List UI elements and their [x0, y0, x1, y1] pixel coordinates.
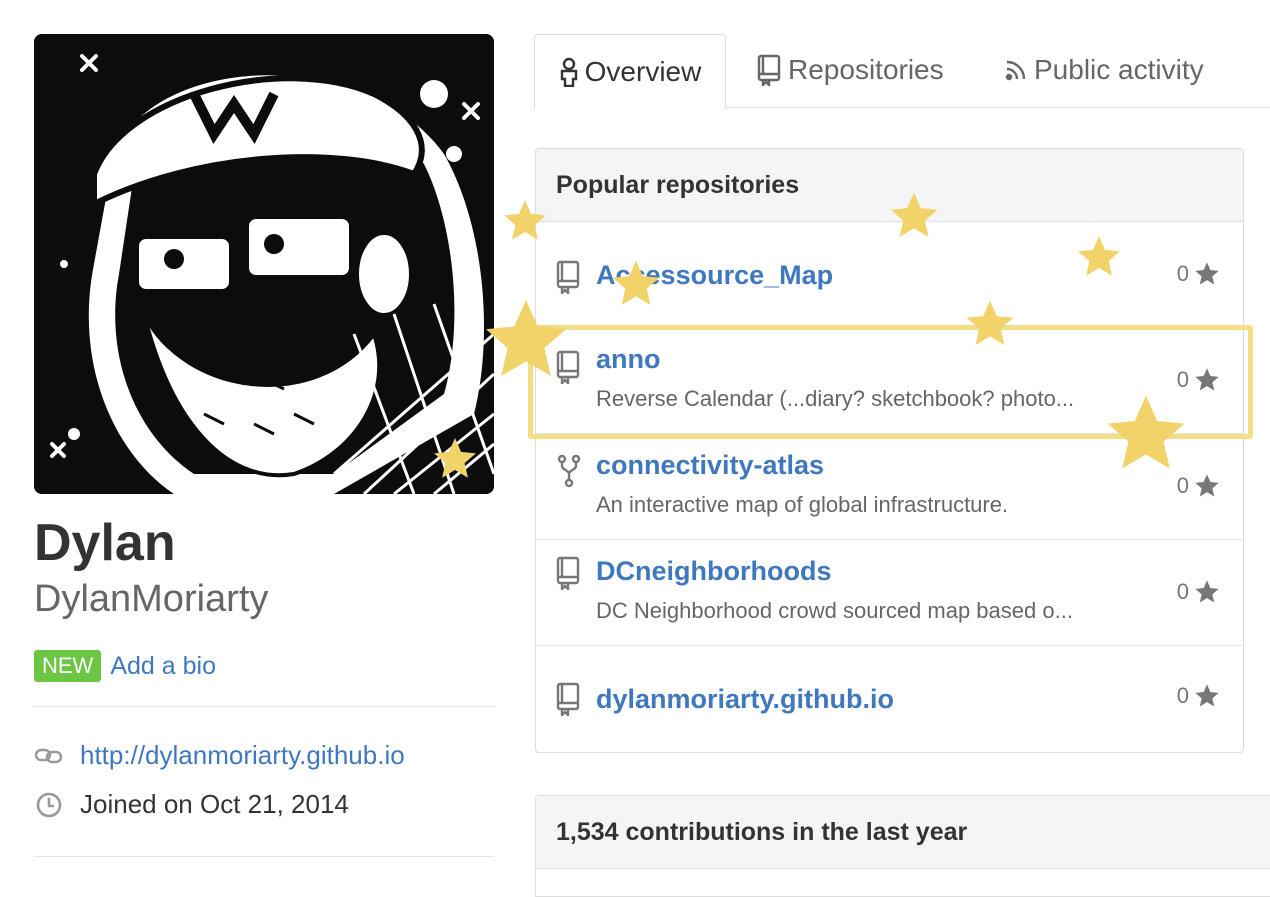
fork-icon — [557, 454, 581, 488]
list-item: connectivity-atlas An interactive map of… — [536, 434, 1243, 540]
website-link[interactable]: http://dylanmoriarty.github.io — [80, 740, 405, 771]
contributions-title: 1,534 contributions in the last year — [536, 796, 1270, 869]
star-icon — [1195, 580, 1219, 603]
add-bio-link[interactable]: Add a bio — [110, 652, 216, 681]
repo-description: DC Neighborhood crowd sourced map based … — [596, 598, 1073, 623]
repo-link[interactable]: Accessource_Map — [596, 260, 833, 291]
star-count[interactable]: 0 — [1177, 682, 1221, 710]
repo-link[interactable]: anno — [596, 344, 661, 375]
tab-public-activity[interactable]: Public activity — [1004, 34, 1204, 106]
clock-icon — [34, 790, 64, 820]
bio-row: NEW Add a bio — [34, 650, 216, 683]
popular-repositories-box: Popular repositories Accessource_Map 0 a… — [535, 148, 1244, 753]
tab-label: Repositories — [788, 54, 944, 85]
repo-link[interactable]: dylanmoriarty.github.io — [596, 684, 894, 715]
list-item: DCneighborhoods DC Neighborhood crowd so… — [536, 540, 1243, 646]
repo-link[interactable]: connectivity-atlas — [596, 450, 824, 481]
tab-label: Public activity — [1034, 54, 1204, 85]
tab-label: Overview — [584, 55, 702, 87]
joined-date: Joined on Oct 21, 2014 — [80, 789, 349, 819]
star-count[interactable]: 0 — [1177, 366, 1221, 394]
rss-icon — [1005, 60, 1026, 81]
profile-username: DylanMoriarty — [34, 578, 269, 620]
website-row: http://dylanmoriarty.github.io — [34, 740, 405, 771]
tab-overview[interactable]: Overview — [534, 34, 726, 109]
avatar[interactable] — [34, 34, 494, 494]
list-item: dylanmoriarty.github.io 0 — [536, 646, 1243, 751]
star-icon — [1195, 474, 1219, 497]
profile-name: Dylan — [34, 514, 176, 572]
profile-tabs: Overview Repositories Public activity — [534, 34, 1270, 109]
repo-icon — [757, 54, 781, 86]
link-icon — [34, 741, 64, 771]
repo-description: An interactive map of global infrastruct… — [596, 492, 1009, 517]
divider — [34, 706, 494, 707]
repo-link[interactable]: DCneighborhoods — [596, 556, 831, 587]
tab-repositories[interactable]: Repositories — [756, 34, 944, 106]
new-badge: NEW — [34, 650, 102, 683]
star-count[interactable]: 0 — [1177, 472, 1221, 500]
star-icon — [1195, 684, 1219, 707]
star-count[interactable]: 0 — [1177, 578, 1221, 606]
divider — [34, 856, 494, 857]
repo-icon — [556, 350, 580, 384]
box-title: Popular repositories — [536, 149, 1243, 222]
list-item: anno Reverse Calendar (...diary? sketchb… — [536, 328, 1243, 434]
repo-icon — [556, 260, 580, 294]
repo-icon — [556, 556, 580, 590]
repo-description: Reverse Calendar (...diary? sketchbook? … — [596, 386, 1075, 411]
star-count[interactable]: 0 — [1177, 260, 1221, 288]
joined-row: Joined on Oct 21, 2014 — [34, 789, 349, 820]
star-icon — [1195, 368, 1219, 391]
star-icon — [1195, 262, 1219, 285]
person-icon — [560, 57, 577, 87]
repo-icon — [556, 682, 580, 716]
contributions-box: 1,534 contributions in the last year — [535, 795, 1270, 897]
list-item: Accessource_Map 0 — [536, 222, 1243, 328]
